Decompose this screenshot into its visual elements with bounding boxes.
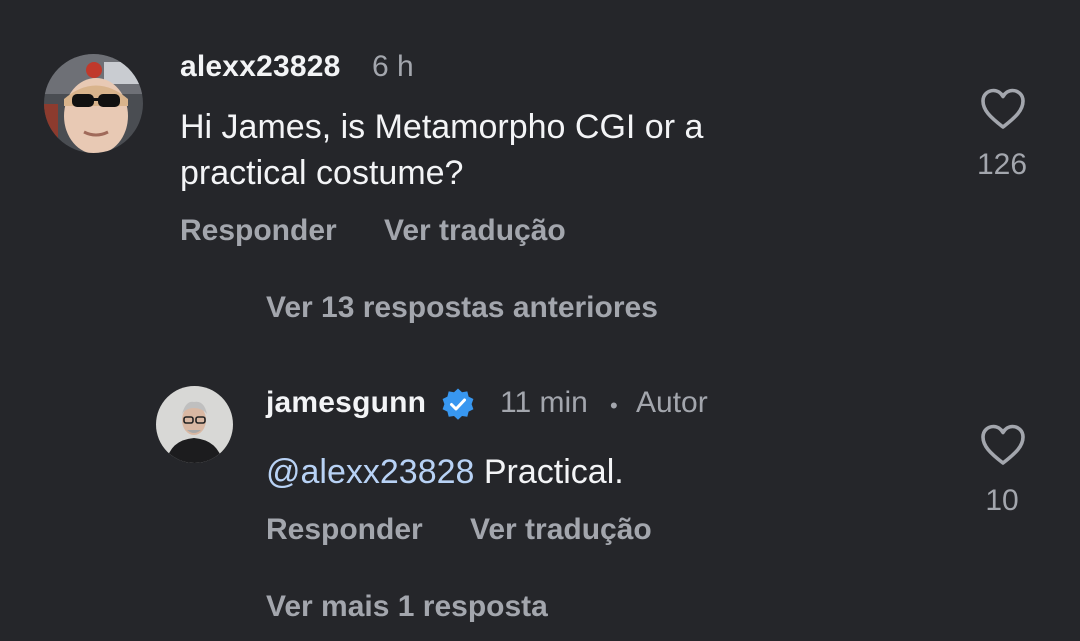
meta-separator: •: [610, 393, 618, 418]
author-label: Autor: [636, 386, 708, 419]
reply-like-count: 10: [985, 484, 1019, 517]
reply-username[interactable]: jamesgunn: [266, 386, 426, 420]
comment-reply-button[interactable]: Responder: [180, 214, 337, 248]
avatar-jamesgunn[interactable]: [156, 386, 233, 463]
comment-translate-button[interactable]: Ver tradução: [384, 214, 566, 248]
reply-text-content: Practical.: [474, 453, 624, 491]
view-more-replies-button[interactable]: Ver mais 1 resposta: [266, 590, 548, 624]
comment-like-count: 126: [976, 148, 1028, 181]
reply-text: @alexx23828 Practical.: [266, 449, 624, 495]
comment-text: Hi James, is Metamorpho CGI or a practic…: [180, 104, 703, 196]
verified-badge-icon: [440, 387, 476, 423]
reply-timestamp: 11 min: [500, 386, 588, 419]
avatar-alexx23828[interactable]: [44, 54, 143, 153]
comment-username[interactable]: alexx23828: [180, 50, 341, 84]
reply-translate-button[interactable]: Ver tradução: [470, 513, 652, 547]
heart-outline-icon[interactable]: [980, 424, 1026, 466]
comment-text-line-1: Hi James, is Metamorpho CGI or a: [180, 108, 704, 146]
comment-timestamp: 6 h: [372, 50, 414, 83]
comment-text-line-2: practical costume?: [180, 154, 464, 192]
reply-reply-button[interactable]: Responder: [266, 513, 423, 547]
view-previous-replies-button[interactable]: Ver 13 respostas anteriores: [266, 291, 658, 325]
heart-outline-icon[interactable]: [980, 88, 1026, 130]
comments-thread: alexx23828 6 h Hi James, is Metamorpho C…: [0, 0, 1080, 641]
mention-link[interactable]: @alexx23828: [266, 453, 474, 491]
